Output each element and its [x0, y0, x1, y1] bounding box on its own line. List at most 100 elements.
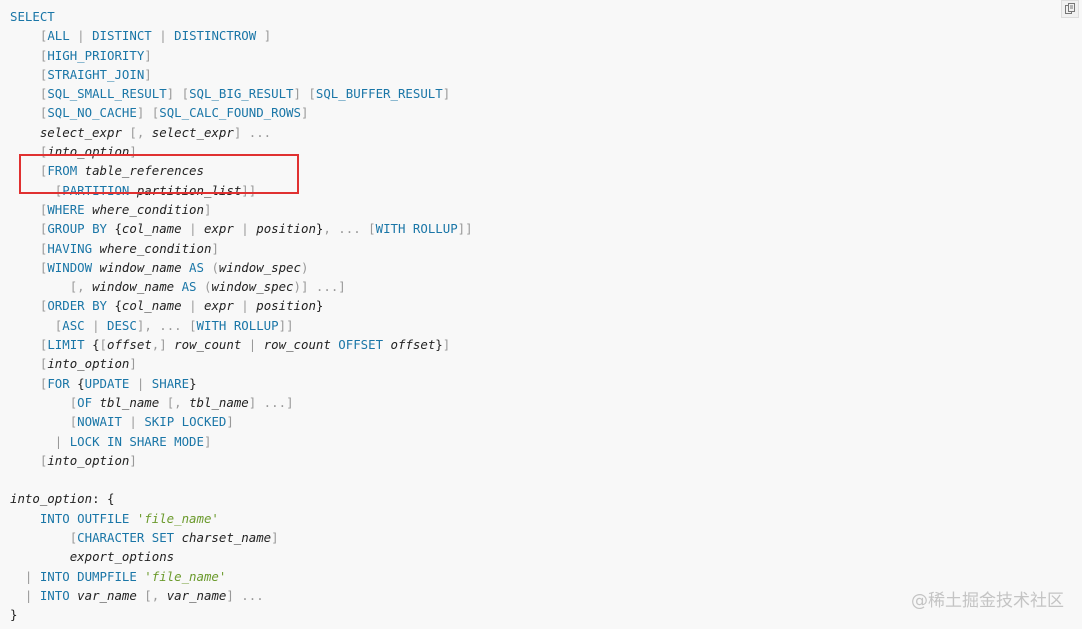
syntax-punctuation: |	[241, 337, 264, 353]
copy-icon	[1064, 3, 1076, 15]
code-line: [STRAIGHT_JOIN]	[10, 67, 152, 82]
syntax-punctuation: ]	[144, 66, 152, 82]
code-line: [HAVING where_condition]	[10, 241, 219, 256]
syntax-variable: offset	[107, 337, 152, 353]
code-line: [PARTITION partition_list]]	[10, 183, 256, 198]
syntax-variable: position	[256, 298, 316, 314]
code-line: [WHERE where_condition]	[10, 201, 212, 217]
sql-keyword: SQL_NO_CACHE	[47, 105, 137, 121]
syntax-punctuation: ]	[203, 433, 212, 449]
syntax-variable: into_option	[10, 491, 93, 507]
syntax-variable: select_expr	[151, 124, 234, 140]
syntax-punctuation: [,	[159, 394, 190, 410]
sql-keyword: PARTITION	[62, 182, 137, 198]
code-line: | LOCK IN SHARE MODE]	[10, 433, 212, 449]
syntax-punctuation: ] ...	[233, 124, 272, 140]
syntax-punctuation: |	[24, 568, 40, 584]
sql-keyword: NOWAIT	[77, 414, 122, 430]
sql-keyword: OF	[77, 394, 100, 410]
code-text: : {	[92, 491, 115, 507]
sql-keyword: SQL_SMALL_RESULT	[47, 86, 167, 102]
syntax-punctuation: |	[84, 317, 108, 333]
syntax-punctuation: |	[181, 221, 204, 237]
syntax-punctuation: ]	[442, 86, 451, 102]
sql-keyword: SHARE	[151, 375, 190, 391]
syntax-variable: tbl_name	[189, 394, 249, 410]
syntax-variable: export_options	[69, 549, 175, 565]
syntax-variable: charset_name	[181, 530, 272, 546]
syntax-punctuation: ,]	[151, 337, 175, 353]
syntax-punctuation: ] [	[166, 86, 190, 102]
sql-keyword: SQL_BUFFER_RESULT	[315, 86, 443, 102]
code-line: | INTO var_name [, var_name] ...	[10, 588, 264, 603]
sql-keyword: HAVING	[47, 240, 100, 256]
code-line: [FOR {UPDATE | SHARE}	[10, 376, 197, 391]
syntax-variable: where_condition	[92, 201, 204, 217]
syntax-punctuation: |	[129, 375, 152, 391]
code-text: }	[10, 607, 18, 623]
syntax-punctuation: ] ...]	[248, 394, 294, 410]
sql-keyword: LIMIT	[47, 337, 93, 353]
code-text: {	[92, 337, 100, 353]
syntax-punctuation: ] [	[293, 86, 316, 102]
string-literal: 'file_name'	[144, 568, 227, 584]
code-line: [OF tbl_name [, tbl_name] ...]	[10, 395, 294, 410]
copy-code-button[interactable]	[1061, 0, 1079, 18]
watermark: @稀土掘金技术社区	[911, 591, 1064, 611]
syntax-variable: expr	[204, 298, 234, 314]
sql-keyword: GROUP BY	[47, 221, 115, 237]
syntax-punctuation: |	[54, 433, 70, 449]
sql-keyword: DESC	[107, 317, 137, 333]
sql-keyword: SKIP LOCKED	[144, 414, 227, 430]
code-line: [ASC | DESC], ... [WITH ROLLUP]]	[10, 318, 294, 333]
sql-keyword: LOCK IN SHARE MODE	[69, 433, 204, 449]
sql-keyword: SQL_CALC_FOUND_ROWS	[159, 105, 301, 121]
syntax-punctuation: |	[181, 298, 204, 314]
code-line: select_expr [, select_expr] ...	[10, 125, 271, 140]
syntax-variable: into_option	[47, 144, 130, 160]
sql-keyword: WITH ROLLUP	[196, 317, 279, 333]
syntax-punctuation: ]	[144, 47, 152, 63]
code-line: [SQL_SMALL_RESULT] [SQL_BIG_RESULT] [SQL…	[10, 86, 450, 101]
syntax-variable: partition_list	[136, 182, 242, 198]
code-line: [HIGH_PRIORITY]	[10, 48, 152, 63]
sql-keyword: AS	[181, 259, 212, 275]
code-text: }	[435, 337, 443, 353]
sql-keyword: INTO DUMPFILE	[39, 568, 145, 584]
syntax-punctuation: [	[99, 337, 108, 353]
code-line: }	[10, 607, 17, 622]
syntax-punctuation: (	[211, 259, 219, 275]
code-line: [ALL | DISTINCT | DISTINCTROW ]	[10, 28, 271, 43]
code-text: {	[77, 375, 85, 391]
sql-keyword: SELECT	[10, 9, 55, 24]
syntax-punctuation: ]	[300, 105, 309, 121]
syntax-variable: window_spec	[218, 259, 301, 275]
syntax-variable: var_name	[166, 587, 227, 603]
code-line: [GROUP BY {col_name | expr | position}, …	[10, 221, 473, 236]
syntax-variable: row_count	[263, 337, 331, 353]
syntax-variable: select_expr	[39, 124, 122, 140]
sql-keyword: ALL	[47, 28, 70, 44]
syntax-punctuation: ]	[211, 240, 219, 256]
syntax-punctuation: )] ...]	[293, 279, 346, 295]
code-line: | INTO DUMPFILE 'file_name'	[10, 569, 226, 584]
sql-keyword: WITH ROLLUP	[375, 221, 458, 237]
sql-keyword: STRAIGHT_JOIN	[47, 66, 145, 82]
